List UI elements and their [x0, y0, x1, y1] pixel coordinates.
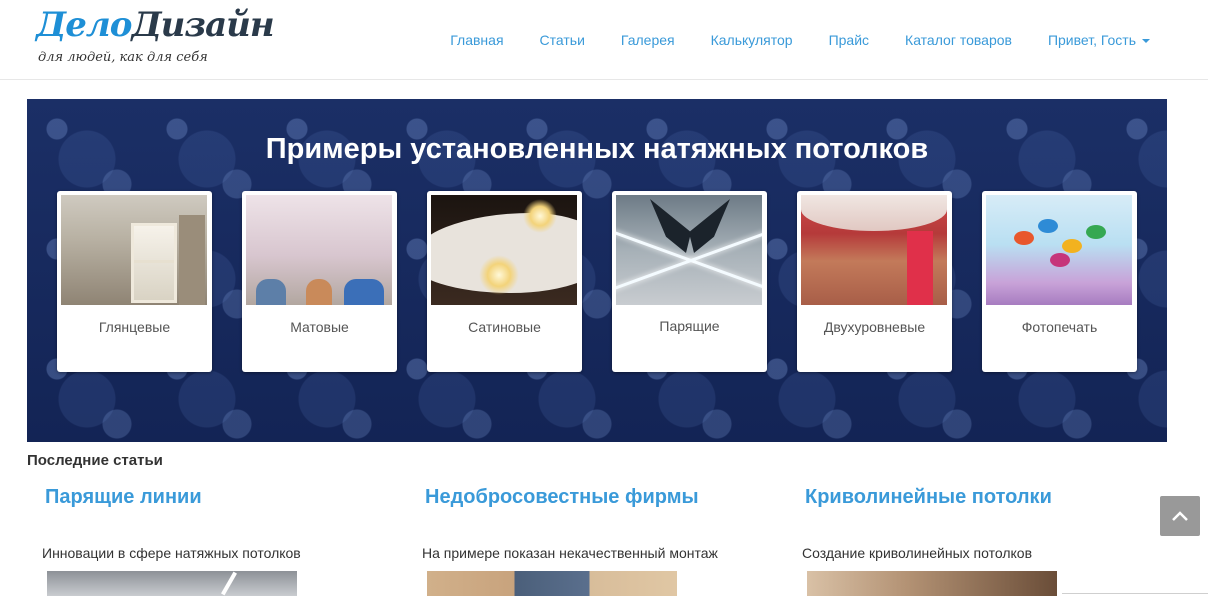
card-label: Сатиновые — [468, 319, 541, 335]
user-menu-label: Привет, Гость — [1047, 32, 1136, 48]
ceiling-type-cards: Глянцевые Матовые Сатиновые Парящие Двух — [57, 191, 1137, 372]
card-image-photo-print — [986, 195, 1132, 305]
card-label: Матовые — [290, 319, 349, 335]
logo-part-2: Дизайн — [131, 5, 274, 45]
article-card: Недобросовестные фирмы На примере показа… — [407, 486, 767, 596]
latest-articles-heading: Последние статьи — [27, 452, 163, 469]
card-label: Двухуровневые — [823, 319, 926, 335]
nav-item-home[interactable]: Главная — [450, 32, 503, 48]
card-label: Парящие — [659, 318, 720, 334]
card-two-level[interactable]: Двухуровневые — [797, 191, 952, 372]
article-title-link[interactable]: Криволинейные потолки — [805, 486, 1052, 509]
nav-item-price[interactable]: Прайс — [829, 32, 869, 48]
logo[interactable]: ДелоДизайн для людей, как для себя — [36, 4, 275, 72]
logo-wordmark: ДелоДизайн — [36, 4, 275, 46]
main-nav: Главная Статьи Галерея Калькулятор Прайс… — [450, 0, 1150, 80]
hero-banner: Примеры установленных натяжных потолков … — [27, 99, 1167, 442]
article-summary: Инновации в сфере натяжных потолков — [42, 545, 301, 561]
user-menu-toggle[interactable]: Привет, Гость — [1048, 32, 1150, 48]
card-floating[interactable]: Парящие — [612, 191, 767, 372]
navbar: ДелоДизайн для людей, как для себя Главн… — [0, 0, 1208, 80]
article-thumbnail[interactable] — [47, 571, 297, 596]
logo-tagline: для людей, как для себя — [38, 50, 208, 65]
card-label: Глянцевые — [98, 319, 171, 335]
card-photo-print[interactable]: Фотопечать — [982, 191, 1137, 372]
card-image-satin — [431, 195, 577, 305]
chevron-up-icon — [1172, 511, 1188, 521]
card-matte[interactable]: Матовые — [242, 191, 397, 372]
article-thumbnail[interactable] — [427, 571, 677, 596]
nav-item-calculator[interactable]: Калькулятор — [711, 32, 793, 48]
article-title-link[interactable]: Парящие линии — [45, 486, 202, 509]
card-image-glossy — [61, 195, 207, 305]
caret-down-icon — [1142, 39, 1150, 43]
nav-item-articles[interactable]: Статьи — [540, 32, 585, 48]
nav-item-gallery[interactable]: Галерея — [621, 32, 675, 48]
card-image-matte — [246, 195, 392, 305]
article-card: Парящие линии Инновации в сфере натяжных… — [27, 486, 387, 596]
article-title-link[interactable]: Недобросовестные фирмы — [425, 486, 699, 509]
card-image-floating — [616, 195, 762, 305]
hero-title: Примеры установленных натяжных потолков — [265, 133, 929, 165]
card-label: Фотопечать — [1021, 319, 1098, 335]
card-image-two-level — [801, 195, 947, 305]
card-glossy[interactable]: Глянцевые — [57, 191, 212, 372]
scroll-top-button[interactable] — [1160, 496, 1200, 536]
article-summary: На примере показан некачественный монтаж — [422, 545, 718, 561]
nav-item-catalog[interactable]: Каталог товаров — [905, 32, 1012, 48]
logo-part-1: Дело — [36, 5, 132, 45]
article-card: Криволинейные потолки Создание криволине… — [787, 486, 1147, 596]
card-satin[interactable]: Сатиновые — [427, 191, 582, 372]
article-thumbnail[interactable] — [807, 571, 1057, 596]
article-summary: Создание криволинейных потолков — [802, 545, 1033, 561]
divider — [1062, 593, 1208, 594]
